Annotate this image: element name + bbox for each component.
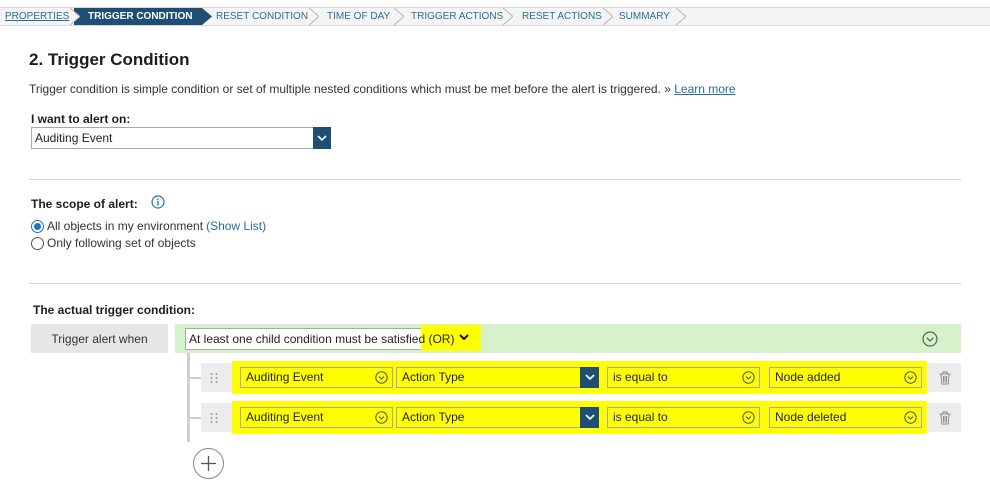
chevron-down-icon[interactable] (742, 371, 755, 384)
step-separator-icon (309, 8, 319, 25)
condition-source-select[interactable]: Auditing Event (240, 367, 393, 388)
step-separator-icon (503, 8, 513, 25)
step-separator-icon (394, 8, 404, 25)
chevron-down-icon[interactable] (742, 411, 755, 424)
radio-unselected[interactable] (31, 236, 44, 250)
trigger-label: The actual trigger condition: (33, 303, 196, 317)
condition-property-select[interactable]: Action Type (396, 367, 599, 388)
scope-option-following[interactable]: Only following set of objects (31, 236, 196, 250)
drag-handle-icon[interactable] (209, 372, 219, 384)
condition-source-select[interactable]: Auditing Event (240, 407, 393, 428)
collapse-icon[interactable] (922, 331, 938, 347)
step-properties[interactable]: PROPERTIES (5, 8, 69, 25)
scope-label: The scope of alert: (31, 197, 138, 211)
description-text: Trigger condition is simple condition or… (29, 82, 675, 96)
condition-value-select[interactable]: Node deleted (769, 407, 922, 428)
alert-on-select[interactable]: Auditing Event (31, 127, 331, 149)
step-summary[interactable]: SUMMARY (619, 8, 670, 25)
step-separator-icon (676, 8, 686, 25)
condition-value-value: Node added (775, 370, 841, 384)
step-trigger-actions[interactable]: TRIGGER ACTIONS (411, 8, 503, 25)
step-reset-actions[interactable]: RESET ACTIONS (522, 8, 602, 25)
chevron-down-icon[interactable] (375, 371, 388, 384)
learn-more-link[interactable]: Learn more (674, 82, 735, 96)
condition-value-value: Node deleted (775, 410, 847, 424)
condition-value-select[interactable]: Node added (769, 367, 922, 388)
tree-connector (187, 417, 201, 419)
step-separator-icon (603, 8, 613, 25)
condition-source-value: Auditing Event (246, 410, 324, 424)
trash-icon[interactable] (938, 411, 952, 425)
tree-connector (187, 377, 201, 379)
chevron-down-icon[interactable] (904, 411, 917, 424)
trash-icon[interactable] (938, 371, 952, 385)
plus-icon (201, 456, 216, 471)
chevron-down-icon[interactable] (904, 371, 917, 384)
condition-source-value: Auditing Event (246, 370, 324, 384)
chevron-down-icon[interactable] (459, 334, 469, 341)
condition-property-select[interactable]: Action Type (396, 407, 599, 428)
info-icon[interactable] (151, 195, 165, 209)
condition-operator-value: is equal to (613, 410, 668, 424)
scope-option-all[interactable]: All objects in my environment (Show List… (31, 219, 266, 233)
radio-selected[interactable] (31, 219, 44, 233)
scope-option-following-label: Only following set of objects (47, 236, 196, 250)
wizard-steps: PROPERTIES TRIGGER CONDITION RESET CONDI… (0, 7, 990, 26)
condition-operator-select[interactable]: is equal to (607, 367, 760, 388)
drag-handle-icon[interactable] (209, 412, 219, 424)
condition-property-value: Action Type (402, 410, 465, 424)
section-divider (29, 283, 961, 284)
step-separator-icon (202, 8, 212, 25)
section-divider (29, 179, 961, 180)
step-reset-condition[interactable]: RESET CONDITION (216, 8, 308, 25)
scope-option-all-label: All objects in my environment (47, 219, 204, 233)
show-list-link[interactable]: (Show List) (206, 219, 266, 233)
add-condition-button[interactable] (193, 448, 224, 479)
condition-operator-value: is equal to (613, 370, 668, 384)
page-description: Trigger condition is simple condition or… (29, 82, 736, 96)
tree-connector (187, 353, 190, 442)
alert-on-label: I want to alert on: (31, 112, 131, 126)
chevron-down-icon[interactable] (375, 411, 388, 424)
step-separator-icon (70, 8, 80, 25)
trigger-when-label: Trigger alert when (31, 324, 168, 353)
condition-operator-select[interactable]: is equal to (607, 407, 760, 428)
step-time-of-day[interactable]: TIME OF DAY (327, 8, 390, 25)
chevron-down-icon[interactable] (580, 367, 599, 388)
chevron-down-icon[interactable] (313, 127, 331, 149)
condition-property-value: Action Type (402, 370, 465, 384)
alert-on-value: Auditing Event (35, 131, 113, 145)
page-title: 2. Trigger Condition (29, 50, 190, 69)
group-operator-value: At least one child condition must be sat… (189, 332, 455, 346)
chevron-down-icon[interactable] (580, 407, 599, 428)
step-trigger-condition[interactable]: TRIGGER CONDITION (74, 8, 202, 25)
